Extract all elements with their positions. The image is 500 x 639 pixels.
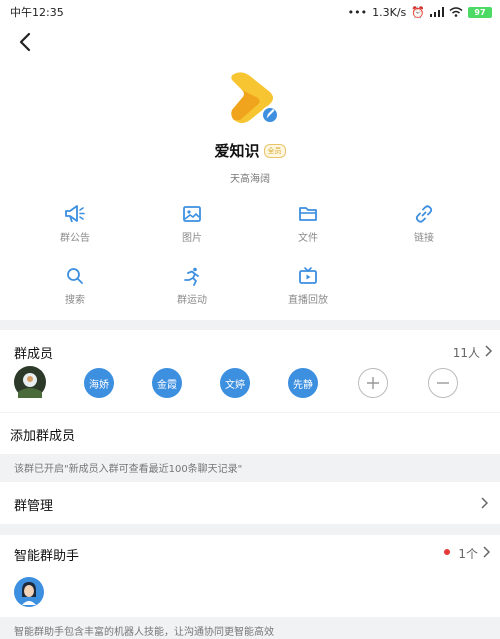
group-name: 爱知识: [214, 142, 260, 160]
dots-icon: •••: [347, 5, 368, 19]
manage-row[interactable]: 群管理: [0, 482, 500, 524]
function-label: 直播回放: [288, 295, 328, 306]
battery-icon: 97: [468, 6, 492, 18]
minus-icon: [437, 382, 449, 384]
function-files[interactable]: 文件: [268, 204, 348, 244]
alarm-icon: ⏰: [411, 5, 425, 19]
function-links[interactable]: 链接: [384, 204, 464, 244]
member-chip[interactable]: 金霞: [152, 368, 182, 398]
signal-icon: [430, 7, 444, 17]
function-announcement[interactable]: 群公告: [35, 204, 115, 244]
chevron-right-icon[interactable]: [484, 345, 492, 357]
running-icon: [184, 267, 199, 286]
function-search[interactable]: 搜索: [35, 266, 115, 306]
assistant-note: 智能群助手包含丰富的机器人技能，让沟通协同更智能高效: [14, 627, 274, 638]
function-label: 群运动: [177, 295, 207, 306]
manage-label: 群管理: [14, 499, 54, 514]
notification-dot: [444, 549, 450, 555]
wifi-icon: [449, 7, 463, 17]
remove-member-button[interactable]: [428, 368, 458, 398]
assistant-avatar[interactable]: [14, 577, 44, 607]
function-label: 链接: [414, 233, 434, 244]
network-speed: 1.3K/s: [372, 5, 407, 19]
members-count[interactable]: 11人: [453, 344, 480, 361]
group-name-row: 爱知识 全员: [0, 140, 500, 161]
add-member-row[interactable]: 添加群成员: [0, 413, 500, 454]
function-live-replay[interactable]: 直播回放: [268, 266, 348, 306]
function-label: 群公告: [60, 233, 90, 244]
group-description: 天高海阔: [230, 174, 270, 185]
status-time: 中午12:35: [10, 6, 64, 19]
plus-icon: [367, 377, 379, 389]
status-bar: 中午12:35 ••• 1.3K/s ⏰ 97: [0, 0, 500, 24]
history-note: 该群已开启"新成员入群可查看最近100条聊天记录": [14, 464, 243, 475]
assistant-section[interactable]: 智能群助手 1个: [0, 535, 500, 617]
megaphone-icon: [65, 205, 85, 223]
member-chip[interactable]: 先静: [288, 368, 318, 398]
image-icon: [183, 206, 201, 222]
members-section: 群成员 11人 海娇 金霞 文婷 先静: [0, 330, 500, 412]
member-chip[interactable]: 文婷: [220, 368, 250, 398]
chevron-right-icon: [483, 546, 490, 558]
members-title: 群成员: [14, 347, 54, 362]
status-icons: ••• 1.3K/s ⏰ 97: [348, 6, 492, 19]
search-icon: [67, 268, 83, 284]
function-sports[interactable]: 群运动: [152, 266, 232, 306]
back-arrow-icon[interactable]: [14, 30, 36, 54]
group-logo[interactable]: [228, 68, 280, 124]
folder-icon: [299, 207, 317, 221]
member-avatar[interactable]: [14, 366, 46, 398]
link-icon: [415, 205, 433, 223]
function-label: 搜索: [65, 295, 85, 306]
function-images[interactable]: 图片: [152, 204, 232, 244]
assistant-label: 智能群助手: [14, 549, 80, 564]
function-label: 文件: [298, 233, 318, 244]
add-member-button[interactable]: [358, 368, 388, 398]
function-label: 图片: [182, 233, 202, 244]
add-member-label: 添加群成员: [10, 429, 76, 444]
tv-icon: [299, 267, 317, 284]
chevron-right-icon: [481, 497, 488, 509]
member-chip[interactable]: 海娇: [84, 368, 114, 398]
assistant-count: 1个: [458, 547, 478, 561]
group-header: 爱知识 全员 天高海阔 群公告 图片 文件 链接 搜索 群运动 直播回放: [0, 24, 500, 320]
group-badge: 全员: [263, 143, 286, 158]
